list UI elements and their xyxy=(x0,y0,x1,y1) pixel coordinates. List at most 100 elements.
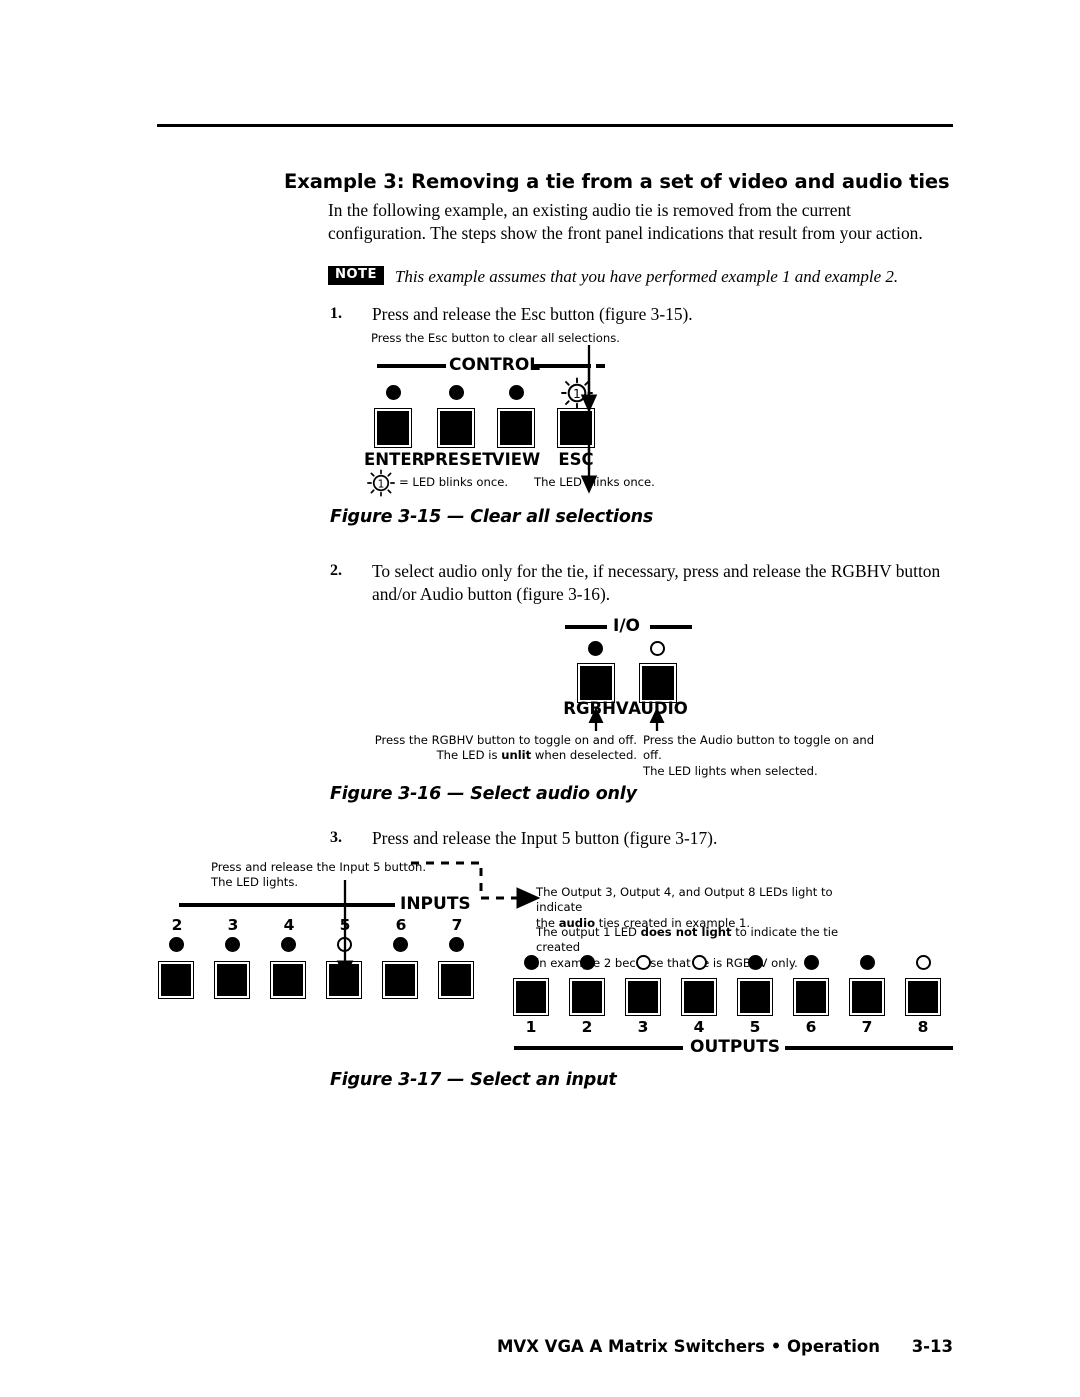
led-preset xyxy=(449,385,464,400)
output-number-7: 7 xyxy=(861,1018,873,1036)
led-enter xyxy=(386,385,401,400)
svg-text:1: 1 xyxy=(378,478,385,490)
button-enter[interactable] xyxy=(374,408,412,448)
button-output-4[interactable] xyxy=(681,978,717,1016)
button-input-2[interactable] xyxy=(158,961,194,999)
note-callout: NOTE This example assumes that you have … xyxy=(328,266,948,287)
step-2: 2. To select audio only for the tie, if … xyxy=(330,560,950,607)
led-rgbhv xyxy=(588,641,603,656)
button-label-view: VIEW xyxy=(491,450,541,469)
input-number-2: 2 xyxy=(171,916,183,934)
button-input-5[interactable] xyxy=(326,961,362,999)
figure-317-caption: Figure 3-17 — Select an input xyxy=(330,1070,617,1090)
button-output-7[interactable] xyxy=(849,978,885,1016)
unlit-emphasis: unlit xyxy=(501,748,532,763)
step-1: 1. Press and release the Esc button (fig… xyxy=(330,303,930,326)
legend-blink-icon: 1 xyxy=(366,469,396,497)
header-rule xyxy=(157,124,953,127)
button-rgbhv[interactable] xyxy=(577,663,615,703)
page-title: Example 3: Removing a tie from a set of … xyxy=(284,170,950,193)
input-number-7: 7 xyxy=(451,916,463,934)
button-output-1[interactable] xyxy=(513,978,549,1016)
figure-317-input-line2: The LED lights. xyxy=(211,875,299,890)
led-esc-blink-icon: 1 xyxy=(560,377,594,409)
output-number-6: 6 xyxy=(805,1018,817,1036)
led-input-4 xyxy=(281,937,296,952)
led-input-2 xyxy=(169,937,184,952)
does-not-light-emphasis: does not light xyxy=(640,925,732,939)
step-2-number: 2. xyxy=(330,562,342,579)
led-view xyxy=(509,385,524,400)
button-input-6[interactable] xyxy=(382,961,418,999)
input-number-6: 6 xyxy=(395,916,407,934)
footer-page-number: 3-13 xyxy=(911,1337,953,1356)
step-1-number: 1. xyxy=(330,305,342,322)
figure-316-left-line2: The LED is unlit when deselected. xyxy=(436,748,637,763)
button-output-3[interactable] xyxy=(625,978,661,1016)
button-audio[interactable] xyxy=(639,663,677,703)
inputs-rule xyxy=(179,903,395,907)
figure-316-left-line1: Press the RGBHV button to toggle on and … xyxy=(374,733,637,747)
button-esc[interactable] xyxy=(557,408,595,448)
intro-paragraph: In the following example, an existing au… xyxy=(328,200,923,244)
button-preset[interactable] xyxy=(437,408,475,448)
led-output-2 xyxy=(580,955,595,970)
input-number-5: 5 xyxy=(339,916,351,934)
outputs-panel-label: OUTPUTS xyxy=(690,1037,780,1057)
led-output-5 xyxy=(748,955,763,970)
led-input-6 xyxy=(393,937,408,952)
led-input-5 xyxy=(337,937,352,952)
button-label-rgbhv: RGBHV xyxy=(563,699,629,718)
control-rule-tail xyxy=(596,364,605,368)
led-input-7 xyxy=(449,937,464,952)
input-number-3: 3 xyxy=(227,916,239,934)
output-callout-2-line1: The output 1 LED does not light to indic… xyxy=(536,925,839,955)
button-output-2[interactable] xyxy=(569,978,605,1016)
document-page: Example 3: Removing a tie from a set of … xyxy=(0,0,1080,1397)
button-input-4[interactable] xyxy=(270,961,306,999)
output-number-1: 1 xyxy=(525,1018,537,1036)
io-rule-right xyxy=(650,625,692,629)
button-output-5[interactable] xyxy=(737,978,773,1016)
button-view[interactable] xyxy=(497,408,535,448)
led-audio xyxy=(650,641,665,656)
note-badge: NOTE xyxy=(328,266,384,285)
input-number-4: 4 xyxy=(283,916,295,934)
io-rule-left xyxy=(565,625,607,629)
led-output-1 xyxy=(524,955,539,970)
figure-316-right-line2: The LED lights when selected. xyxy=(643,763,818,778)
figure-315-bottom-callout: The LED blinks once. xyxy=(534,475,655,489)
figure-315-caption: Figure 3-15 — Clear all selections xyxy=(330,507,654,527)
figure-316-right-callout: Press the Audio button to toggle on and … xyxy=(643,733,893,779)
button-input-7[interactable] xyxy=(438,961,474,999)
blink-glyph-number: 1 xyxy=(573,387,581,401)
outputs-rule-left xyxy=(514,1046,683,1050)
output-number-3: 3 xyxy=(637,1018,649,1036)
figure-317-input-callout: Press and release the Input 5 button. Th… xyxy=(211,860,441,891)
footer-title: MVX VGA A Matrix Switchers • Operation xyxy=(497,1337,880,1356)
output-number-2: 2 xyxy=(581,1018,593,1036)
control-panel-label: CONTROL xyxy=(449,355,541,375)
control-rule-right xyxy=(532,364,591,368)
io-panel-label: I/O xyxy=(613,616,640,636)
page-footer: MVX VGA A Matrix Switchers • Operation 3… xyxy=(0,1337,953,1356)
output-number-5: 5 xyxy=(749,1018,761,1036)
led-output-4 xyxy=(692,955,707,970)
button-output-8[interactable] xyxy=(905,978,941,1016)
figure-315-top-callout: Press the Esc button to clear all select… xyxy=(371,331,620,345)
output-callout-1-line1: The Output 3, Output 4, and Output 8 LED… xyxy=(536,885,833,915)
note-text: This example assumes that you have perfo… xyxy=(394,267,899,286)
led-output-3 xyxy=(636,955,651,970)
step-1-text: Press and release the Esc button (figure… xyxy=(372,304,693,324)
led-output-7 xyxy=(860,955,875,970)
figure-317-input-line1: Press and release the Input 5 button. xyxy=(211,860,427,874)
step-2-text: To select audio only for the tie, if nec… xyxy=(372,561,941,605)
control-rule-left xyxy=(377,364,446,368)
button-input-3[interactable] xyxy=(214,961,250,999)
step-3-text: Press and release the Input 5 button (fi… xyxy=(372,828,718,848)
step-3: 3. Press and release the Input 5 button … xyxy=(330,827,930,850)
button-output-6[interactable] xyxy=(793,978,829,1016)
output-number-4: 4 xyxy=(693,1018,705,1036)
figure-316-caption: Figure 3-16 — Select audio only xyxy=(330,784,637,804)
led-input-3 xyxy=(225,937,240,952)
